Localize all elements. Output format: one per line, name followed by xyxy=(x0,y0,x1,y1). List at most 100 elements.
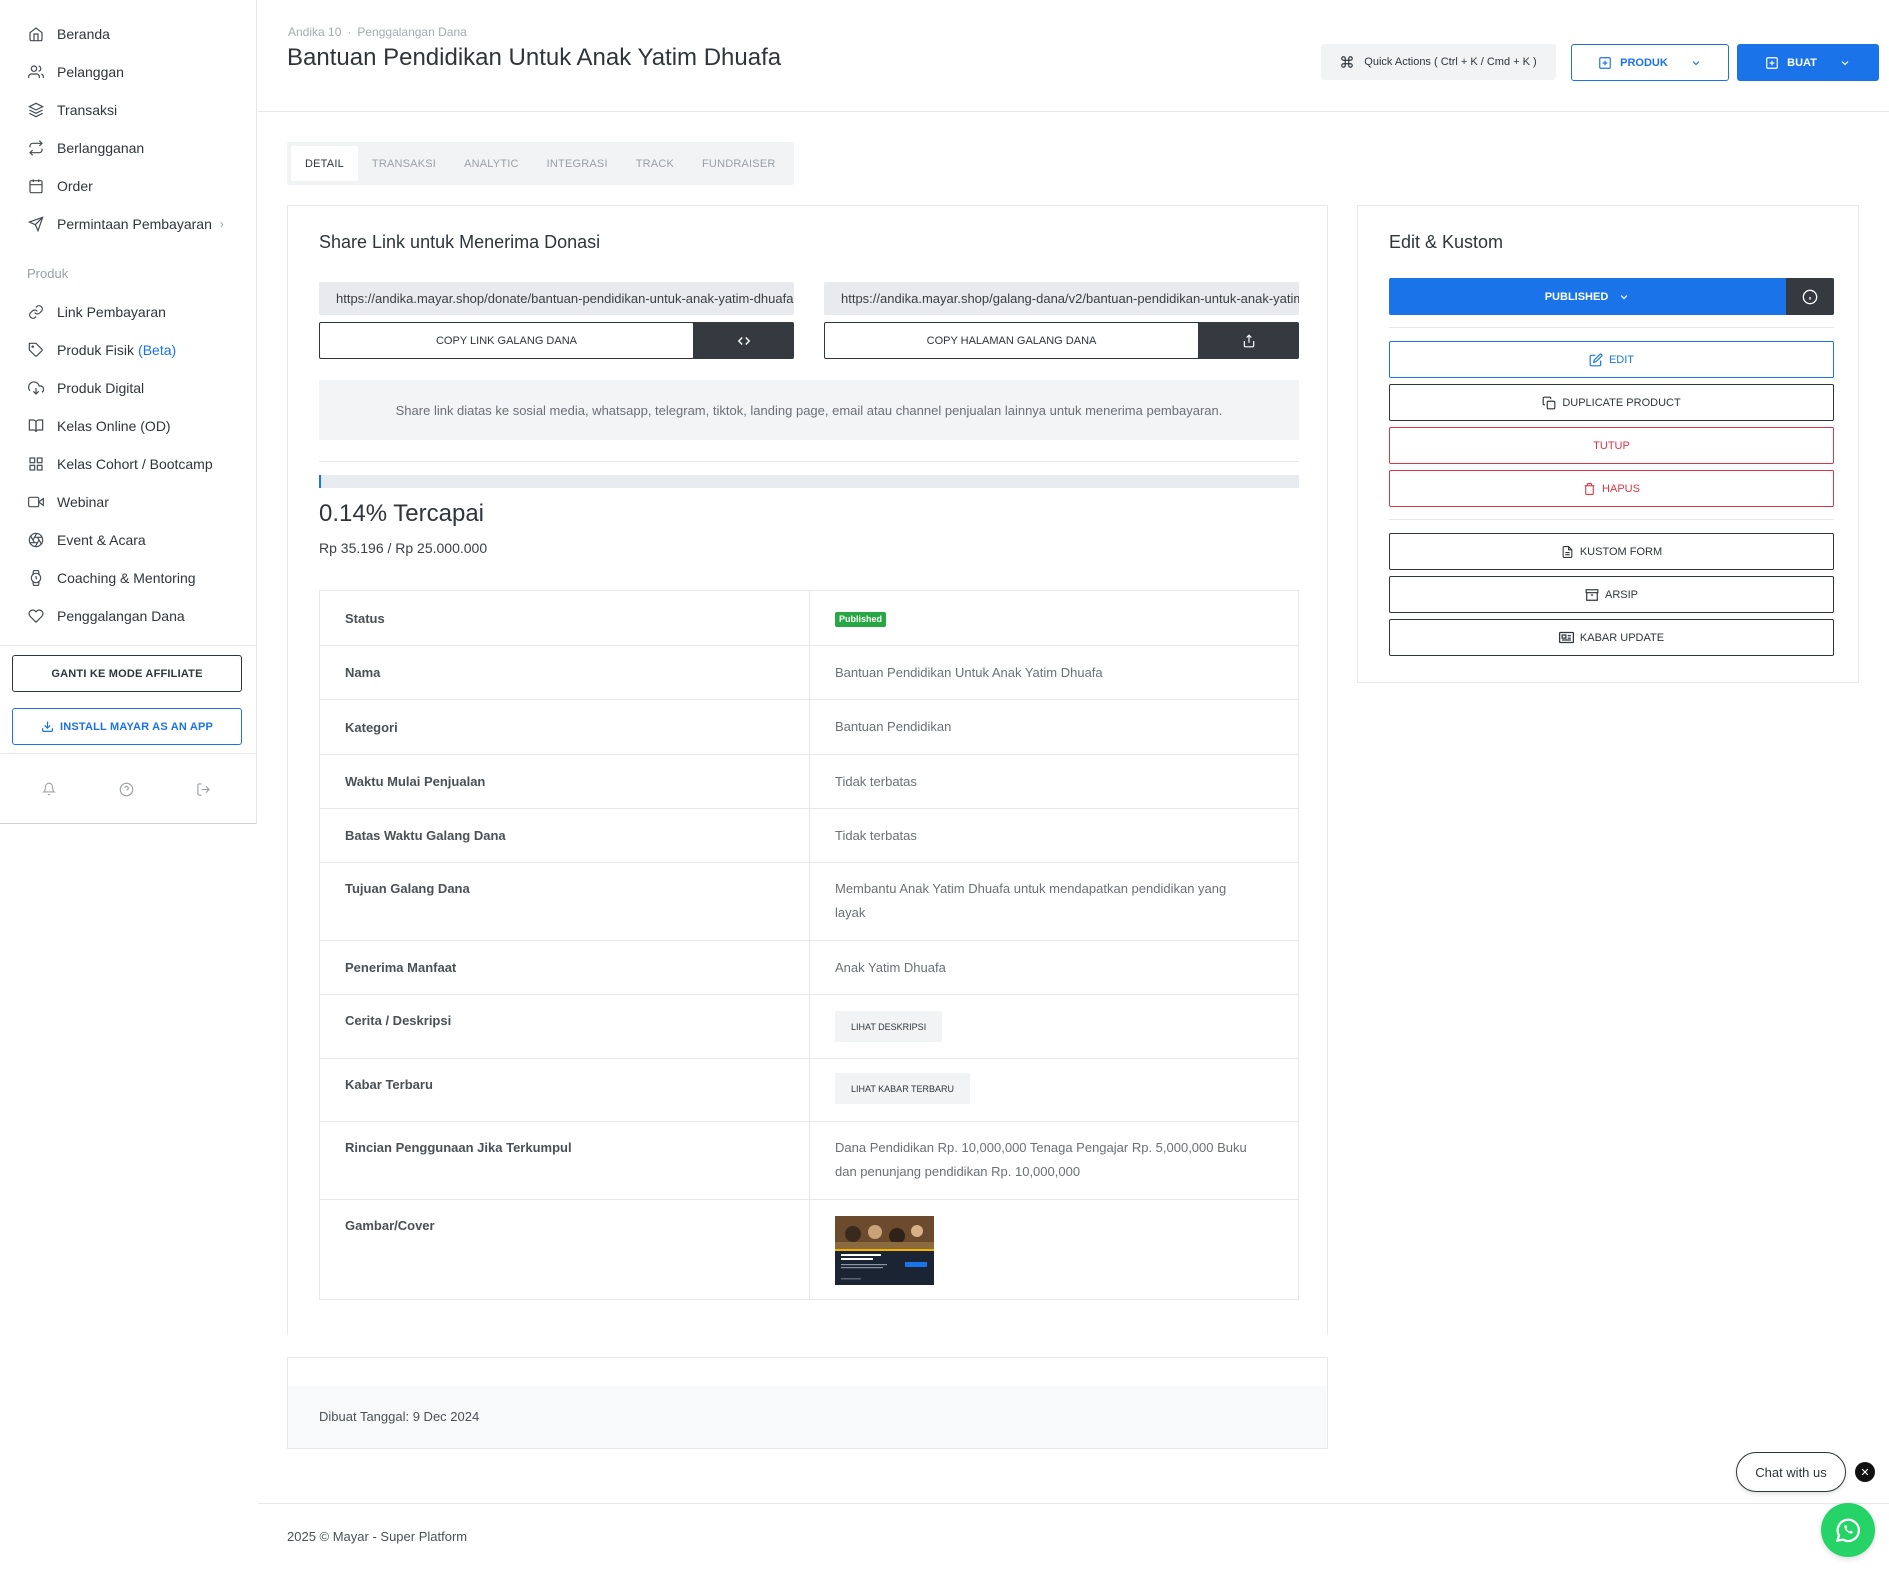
trash-icon xyxy=(1583,482,1596,496)
hapus-button[interactable]: HAPUS xyxy=(1389,470,1834,507)
sidebar-item-pelanggan[interactable]: Pelanggan xyxy=(0,56,257,88)
galang-dana-page-field[interactable]: https://andika.mayar.shop/galang-dana/v2… xyxy=(824,282,1299,315)
detail-table: Status Published Nama Bantuan Pendidikan… xyxy=(319,590,1299,1300)
produk-dropdown-button[interactable]: PRODUK xyxy=(1571,44,1729,81)
table-row: Penerima Manfaat Anak Yatim Dhuafa xyxy=(319,940,1299,995)
video-icon xyxy=(27,493,45,511)
book-open-icon xyxy=(27,417,45,435)
edit-button[interactable]: EDIT xyxy=(1389,341,1834,378)
sidebar-item-produk-digital[interactable]: Produk Digital xyxy=(0,372,257,404)
breadcrumb: Andika 10 · Penggalangan Dana xyxy=(288,25,467,39)
plus-square-icon xyxy=(1598,56,1612,70)
embed-code-button[interactable] xyxy=(693,322,794,359)
tab-transaksi[interactable]: TRANSAKSI xyxy=(358,146,450,181)
status-info-button[interactable] xyxy=(1786,278,1834,315)
donate-link-field[interactable]: https://andika.mayar.shop/donate/bantuan… xyxy=(319,282,794,315)
cover-image[interactable] xyxy=(835,1216,934,1285)
breadcrumb-item[interactable]: Penggalangan Dana xyxy=(357,25,466,39)
row-value: Bantuan Pendidikan xyxy=(809,699,1299,755)
tab-detail[interactable]: DETAIL xyxy=(291,146,358,181)
link-icon xyxy=(27,303,45,321)
row-key: Penerima Manfaat xyxy=(319,940,810,995)
copy-link-galang-dana-button[interactable]: COPY LINK GALANG DANA xyxy=(319,322,694,359)
sidebar-item-label: Kelas Cohort / Bootcamp xyxy=(57,456,213,472)
sidebar-item-beranda[interactable]: Beranda xyxy=(0,18,257,50)
tab-analytic[interactable]: ANALYTIC xyxy=(450,146,533,181)
breadcrumb-item[interactable]: Andika 10 xyxy=(288,25,341,39)
tag-icon xyxy=(27,341,45,359)
sidebar-item-coaching[interactable]: Coaching & Mentoring xyxy=(0,562,257,594)
arsip-button[interactable]: ARSIP xyxy=(1389,576,1834,613)
sidebar-item-webinar[interactable]: Webinar xyxy=(0,486,257,518)
buat-label: BUAT xyxy=(1787,56,1817,69)
row-key: Gambar/Cover xyxy=(319,1199,810,1300)
table-row: Nama Bantuan Pendidikan Untuk Anak Yatim… xyxy=(319,645,1299,700)
send-icon xyxy=(27,215,45,233)
calendar-icon xyxy=(27,177,45,195)
kabar-update-button[interactable]: KABAR UPDATE xyxy=(1389,619,1834,656)
table-row: Waktu Mulai Penjualan Tidak terbatas xyxy=(319,754,1299,809)
install-app-button[interactable]: INSTALL MAYAR AS AN APP xyxy=(12,708,242,745)
published-status-button[interactable]: PUBLISHED xyxy=(1389,278,1786,315)
tab-fundraiser[interactable]: FUNDRAISER xyxy=(688,146,790,181)
whatsapp-button[interactable] xyxy=(1821,1503,1875,1557)
sidebar-item-transaksi[interactable]: Transaksi xyxy=(0,94,257,126)
sidebar-divider xyxy=(0,753,257,754)
table-row: Kabar Terbaru LIHAT KABAR TERBARU xyxy=(319,1058,1299,1122)
chat-with-us-button[interactable]: Chat with us xyxy=(1736,1452,1846,1492)
footer-copyright: 2025 © Mayar - Super Platform xyxy=(287,1529,468,1544)
share-button[interactable] xyxy=(1198,322,1299,359)
sidebar-item-label: Webinar xyxy=(57,494,109,510)
sidebar-item-produk-fisik[interactable]: Produk Fisik (Beta) xyxy=(0,334,257,366)
duplicate-product-button[interactable]: DUPLICATE PRODUCT xyxy=(1389,384,1834,421)
tab-integrasi[interactable]: INTEGRASI xyxy=(533,146,622,181)
logout-icon[interactable] xyxy=(196,782,212,798)
sidebar-item-kelas-online[interactable]: Kelas Online (OD) xyxy=(0,410,257,442)
kustom-form-button[interactable]: KUSTOM FORM xyxy=(1389,533,1834,570)
quick-actions-button[interactable]: Quick Actions ( Ctrl + K / Cmd + K ) xyxy=(1321,44,1556,80)
close-icon[interactable]: ✕ xyxy=(1855,1462,1875,1482)
table-row: Cerita / Deskripsi LIHAT DESKRIPSI xyxy=(319,994,1299,1059)
copy-link-label: COPY LINK GALANG DANA xyxy=(435,334,577,347)
sidebar-item-label: Berlangganan xyxy=(57,140,145,156)
sidebar-item-label: Permintaan Pembayaran xyxy=(57,216,212,232)
divider xyxy=(1389,519,1834,520)
chevron-down-icon xyxy=(1839,57,1851,69)
copy-icon xyxy=(1542,396,1556,410)
sidebar-item-penggalangan-dana[interactable]: Penggalangan Dana xyxy=(0,600,257,632)
help-icon[interactable] xyxy=(119,782,135,798)
table-row: Kategori Bantuan Pendidikan xyxy=(319,699,1299,755)
published-label: PUBLISHED xyxy=(1544,290,1609,303)
sidebar-item-order[interactable]: Order xyxy=(0,170,257,202)
kustom-form-label: KUSTOM FORM xyxy=(1579,545,1663,558)
sidebar-item-berlangganan[interactable]: Berlangganan xyxy=(0,132,257,164)
sidebar-item-label: Transaksi xyxy=(57,102,118,118)
sidebar-item-link-pembayaran[interactable]: Link Pembayaran xyxy=(0,296,257,328)
detail-card: Share Link untuk Menerima Donasi https:/… xyxy=(287,205,1328,1335)
footer-divider xyxy=(258,1503,1889,1504)
row-value xyxy=(809,1199,1299,1300)
sidebar-divider xyxy=(0,645,257,646)
chevron-down-icon xyxy=(1690,57,1702,69)
lihat-kabar-terbaru-button[interactable]: LIHAT KABAR TERBARU xyxy=(835,1073,971,1104)
tab-track[interactable]: TRACK xyxy=(622,146,688,181)
row-value: Anak Yatim Dhuafa xyxy=(809,940,1299,995)
table-row: Batas Waktu Galang Dana Tidak terbatas xyxy=(319,808,1299,863)
page-title: Bantuan Pendidikan Untuk Anak Yatim Dhua… xyxy=(287,44,782,71)
sidebar-item-kelas-cohort[interactable]: Kelas Cohort / Bootcamp xyxy=(0,448,257,480)
hapus-label: HAPUS xyxy=(1602,482,1640,495)
tutup-button[interactable]: TUTUP xyxy=(1389,427,1834,464)
divider xyxy=(319,461,1299,462)
copy-halaman-galang-dana-button[interactable]: COPY HALAMAN GALANG DANA xyxy=(824,322,1199,359)
sidebar-item-label: Produk Fisik xyxy=(57,342,135,358)
bell-icon[interactable] xyxy=(42,782,58,798)
sidebar-item-event-acara[interactable]: Event & Acara xyxy=(0,524,257,556)
affiliate-mode-button[interactable]: GANTI KE MODE AFFILIATE xyxy=(12,655,242,692)
kabar-update-label: KABAR UPDATE xyxy=(1579,631,1665,644)
affiliate-mode-label: GANTI KE MODE AFFILIATE xyxy=(51,667,203,680)
arsip-label: ARSIP xyxy=(1604,588,1638,601)
sidebar-item-label: Order xyxy=(57,178,93,194)
buat-dropdown-button[interactable]: BUAT xyxy=(1737,44,1879,81)
sidebar-item-permintaan-pembayaran[interactable]: Permintaan Pembayaran › xyxy=(0,208,257,240)
lihat-deskripsi-button[interactable]: LIHAT DESKRIPSI xyxy=(835,1011,943,1042)
